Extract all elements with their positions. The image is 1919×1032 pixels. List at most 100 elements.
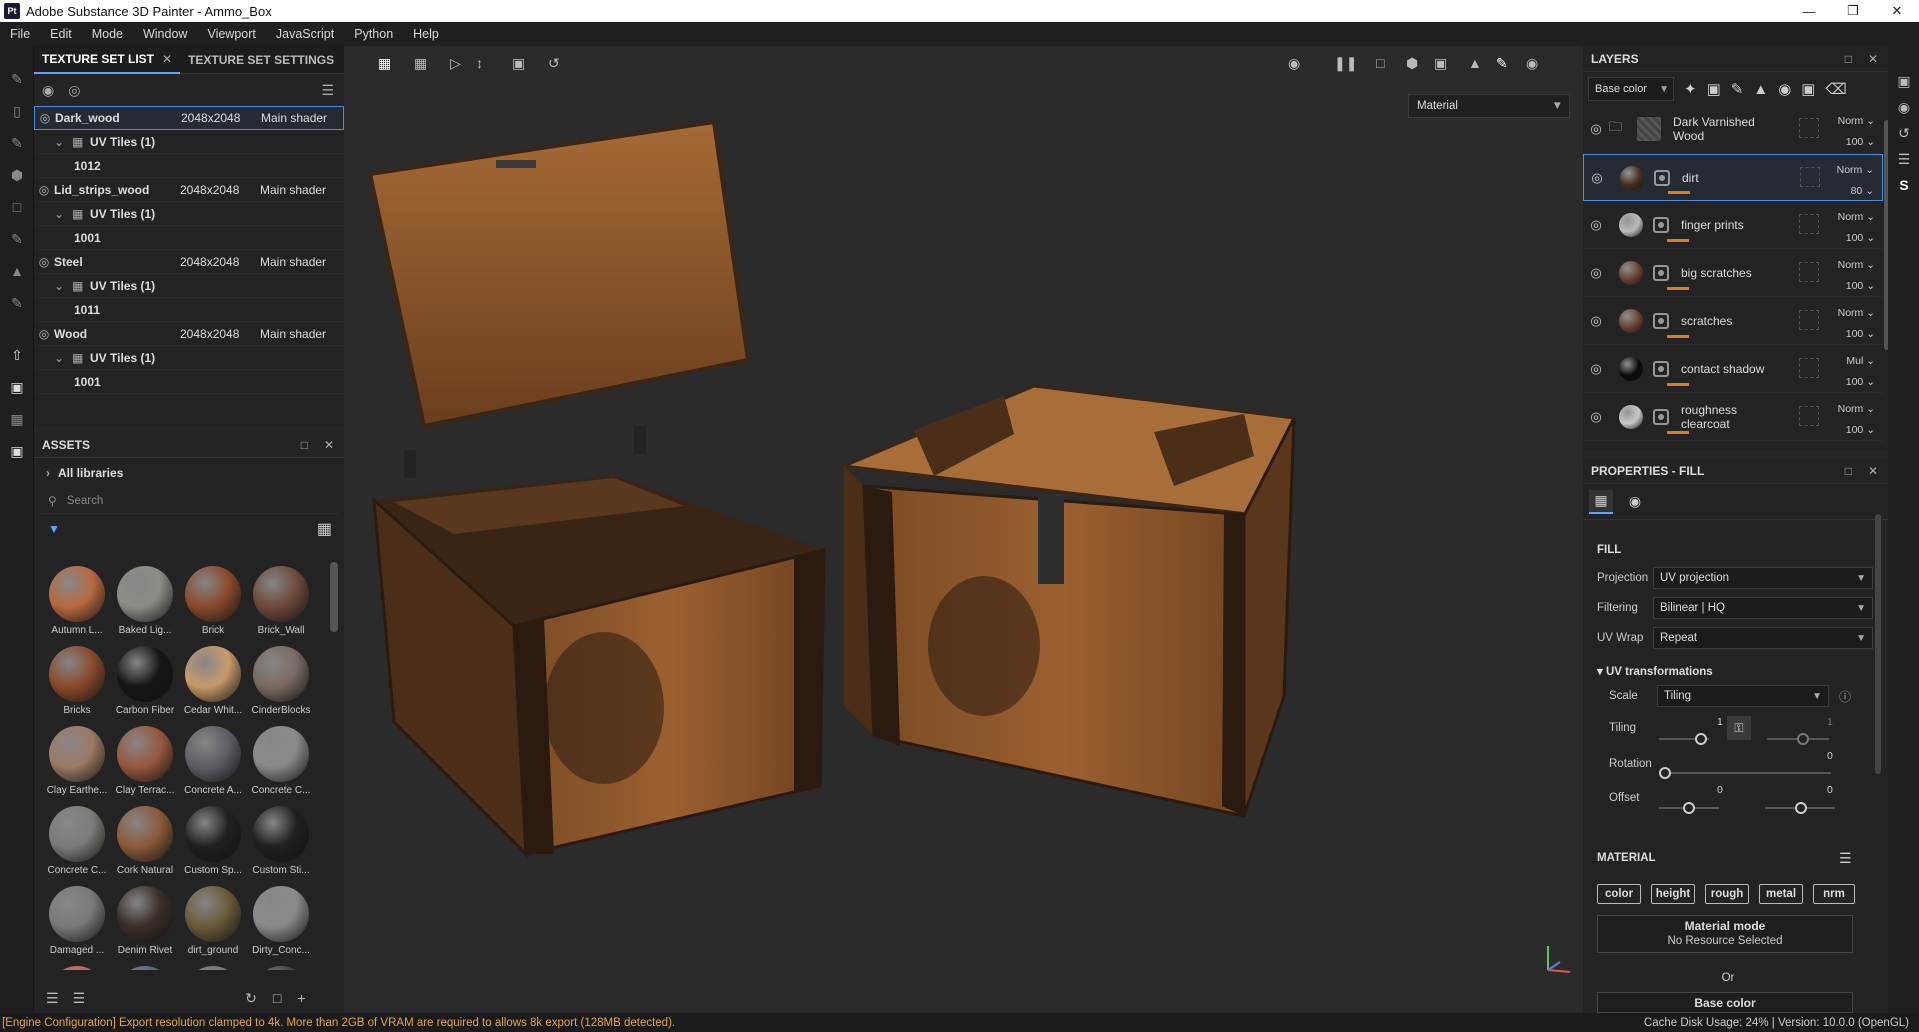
hide-unused-icon[interactable]: ◉ [42,82,54,99]
asset-thumbnail[interactable]: Clay Terrac... [112,722,178,800]
display-settings-icon[interactable]: ▣ [8,442,26,460]
layer-row[interactable]: ◎ roughness clearcoat Norm ⌄ 100 ⌄ [1583,394,1883,441]
texture-set-row[interactable]: ◎ Steel 2048x2048 Main shader [34,250,344,274]
filtering-select[interactable]: Bilinear | HQ ▼ [1653,597,1873,619]
layer-drag-area[interactable] [1799,358,1819,378]
tab-texture-set-settings[interactable]: TEXTURE SET SETTINGS [180,46,342,74]
mask-icon[interactable] [1654,169,1670,186]
mask-icon[interactable] [1653,313,1669,329]
info-icon[interactable]: ⓘ [1839,688,1851,705]
paint-brush-icon[interactable]: ✎ [8,70,26,88]
tab-texture-set-list[interactable]: TEXTURE SET LIST ✕ [34,46,181,74]
menu-help[interactable]: Help [403,27,449,41]
tab-fill-properties[interactable]: ▦ [1589,489,1613,514]
chevron-down-icon[interactable]: ⌄ [54,351,72,365]
menu-viewport[interactable]: Viewport [197,27,265,41]
asset-thumbnail[interactable]: Cedar Whit... [180,642,246,720]
close-window-button[interactable]: ✕ [1875,0,1919,22]
add-paint-layer-icon[interactable]: ✎ [1731,80,1744,98]
eye-icon[interactable]: ◎ [68,82,80,99]
list-view-icon[interactable]: ☰ [73,990,86,1007]
asset-thumbnail[interactable]: Brick [180,562,246,640]
close-icon[interactable]: ✕ [1868,52,1878,66]
base-color-box[interactable]: Base color [1597,992,1853,1013]
lock-icon[interactable]: ⚿ [1727,716,1751,740]
eye-icon[interactable]: ◎ [1583,265,1609,281]
layer-blend[interactable]: Mul ⌄ 100 ⌄ [1846,351,1875,393]
export-icon[interactable]: ⇧ [8,346,26,364]
channel-color-button[interactable]: color [1597,884,1641,904]
layer-row[interactable]: ◎ 🗀 Dark Varnished Wood Norm ⌄ 100 ⌄ [1583,106,1883,153]
substance-share-icon[interactable]: S [1895,176,1913,194]
properties-scrollbar[interactable] [1875,514,1881,774]
menu-python[interactable]: Python [344,27,403,41]
uv-transformations-toggle[interactable]: ▾ UV transformations [1597,664,1713,678]
log-icon[interactable]: ☰ [1895,150,1913,168]
menu-javascript[interactable]: JavaScript [266,27,344,41]
asset-thumbnail[interactable]: CinderBlocks [248,642,314,720]
asset-thumbnail[interactable]: Bricks [44,642,110,720]
asset-thumbnail[interactable]: Custom Sti... [248,802,314,880]
layer-blend[interactable]: Norm ⌄ 100 ⌄ [1838,399,1875,441]
layer-drag-area[interactable] [1800,167,1820,187]
tiling-slider-1[interactable] [1659,733,1709,745]
layer-drag-area[interactable] [1799,310,1819,330]
layer-blend[interactable]: Norm ⌄ 100 ⌄ [1838,111,1875,153]
layer-blend[interactable]: Norm ⌄ 100 ⌄ [1838,255,1875,297]
channel-rough-button[interactable]: rough [1705,884,1749,904]
asset-thumbnail[interactable]: Denim Rivet [112,882,178,960]
library-selector[interactable]: › All libraries [34,458,344,488]
add-fill-layer-icon[interactable]: ▲ [1753,81,1768,98]
add-effect-icon[interactable]: ✦ [1684,80,1697,98]
asset-thumbnail[interactable]: Concrete A... [180,722,246,800]
material-menu-icon[interactable]: ☰ [1839,850,1852,867]
menu-mode[interactable]: Mode [82,27,133,41]
eraser-icon[interactable]: ▯ [8,102,26,120]
close-icon[interactable]: ✕ [1868,464,1878,478]
history-panel-icon[interactable]: ↺ [1895,124,1913,142]
minimize-button[interactable]: — [1787,0,1831,22]
filter-icon[interactable]: ▼ [48,522,60,536]
asset-thumbnail[interactable]: Concrete C... [248,722,314,800]
mask-icon[interactable] [1653,265,1669,281]
float-icon[interactable]: □ [1845,464,1852,478]
uv-tile-row[interactable]: 1001 [34,226,344,250]
maximize-button[interactable]: ❐ [1831,0,1875,22]
eye-icon[interactable]: ◎ [1583,217,1609,233]
layers-panel-icon[interactable]: ▣ [1895,72,1913,90]
grid-view-icon[interactable]: ▦ [317,519,332,539]
shader-icon[interactable]: ◉ [1895,98,1913,116]
tab-material-properties[interactable]: ◉ [1623,490,1647,514]
eye-icon[interactable]: ◎ [34,327,54,341]
layer-row[interactable]: ◎ scratches Norm ⌄ 100 ⌄ [1583,298,1883,345]
delete-icon[interactable]: ⌫ [1825,80,1846,98]
layer-drag-area[interactable] [1799,118,1819,138]
uv-tiles-row[interactable]: ⌄ ▦ UV Tiles (1) [34,130,344,154]
import-icon[interactable]: ☰ [46,990,59,1007]
asset-thumbnail[interactable]: Carbon Fiber [112,642,178,720]
slider-knob[interactable] [1695,733,1707,745]
asset-thumbnail[interactable]: dirt_ground [180,882,246,960]
layer-row[interactable]: ◎ finger prints Norm ⌄ 100 ⌄ [1583,202,1883,249]
chevron-down-icon[interactable]: ⌄ [54,135,72,149]
mask-icon[interactable] [1653,409,1669,425]
menu-edit[interactable]: Edit [40,27,82,41]
slider-knob[interactable] [1659,767,1671,779]
picker-icon[interactable]: ✎ [8,294,26,312]
layer-blend[interactable]: Norm ⌄ 80 ⌄ [1837,160,1874,202]
mask-icon[interactable] [1653,361,1669,377]
asset-thumbnail[interactable]: Dirty_Conc... [248,882,314,960]
texture-set-row[interactable]: ◎ Dark_wood 2048x2048 Main shader [34,106,344,130]
asset-thumbnail[interactable]: Damaged ... [44,882,110,960]
menu-window[interactable]: Window [133,27,197,41]
layer-drag-area[interactable] [1799,406,1819,426]
menu-file[interactable]: File [0,27,40,41]
channel-select[interactable]: Base color ▼ [1588,77,1674,101]
uv-tiles-row[interactable]: ⌄ ▦ UV Tiles (1) [34,274,344,298]
eye-icon[interactable]: ◎ [1583,409,1609,425]
smudge-icon[interactable]: □ [8,198,26,216]
add-icon[interactable]: + [297,990,305,1006]
projection-select[interactable]: UV projection ▼ [1653,567,1873,589]
uv-tiles-row[interactable]: ⌄ ▦ UV Tiles (1) [34,202,344,226]
projection-icon[interactable]: ✎ [8,134,26,152]
